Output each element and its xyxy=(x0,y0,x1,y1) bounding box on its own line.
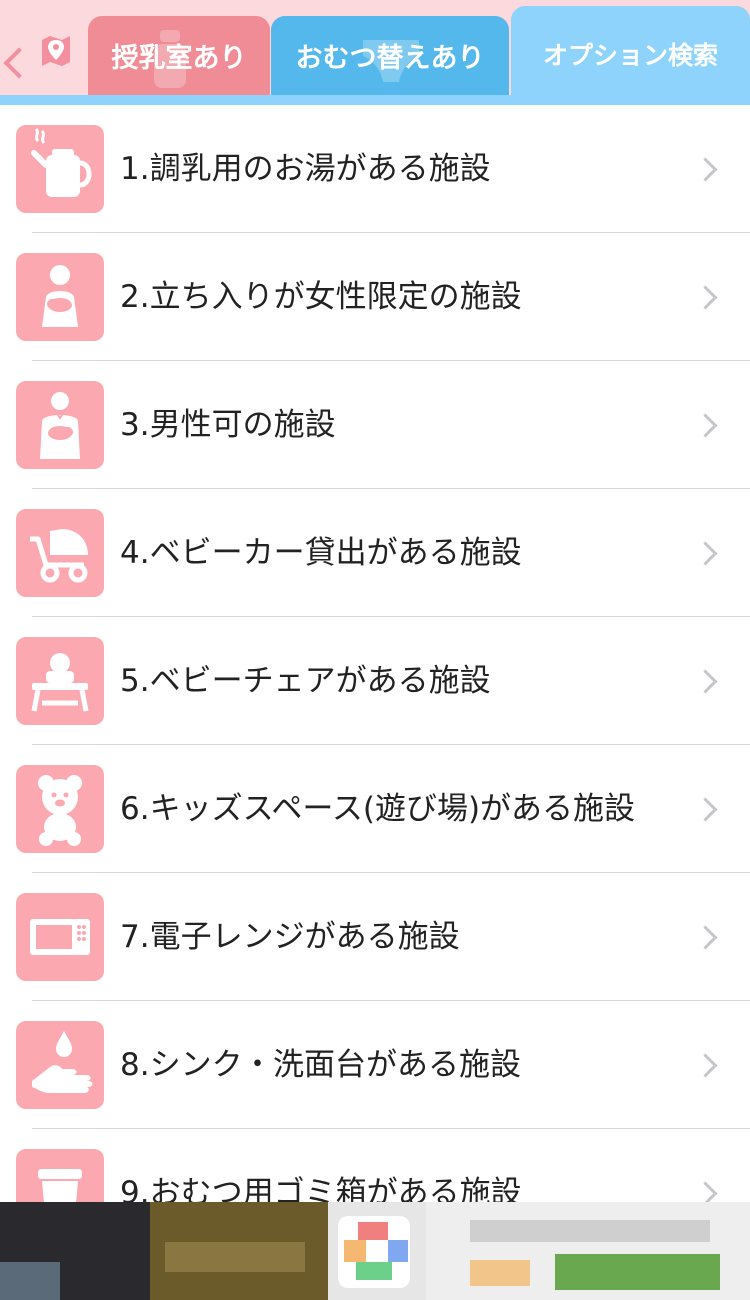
list-item-label: 7.電子レンジがある施設 xyxy=(120,919,460,955)
chevron-right-icon xyxy=(693,413,718,438)
list-item[interactable]: 4.ベビーカー貸出がある施設 xyxy=(0,489,750,617)
ad-banner[interactable] xyxy=(0,1202,750,1300)
chevron-right-icon xyxy=(693,541,718,566)
chevron-right-icon xyxy=(693,157,718,182)
list-item[interactable]: 3.男性可の施設 xyxy=(0,361,750,489)
teddy-bear-icon xyxy=(16,765,104,853)
woman-with-baby-icon xyxy=(16,253,104,341)
stroller-icon xyxy=(16,509,104,597)
list-item[interactable]: 7.電子レンジがある施設 xyxy=(0,873,750,1001)
chevron-right-icon xyxy=(693,285,718,310)
back-button[interactable] xyxy=(0,20,88,95)
man-with-baby-icon xyxy=(16,381,104,469)
list-item[interactable]: 6.キッズスペース(遊び場)がある施設 xyxy=(0,745,750,873)
ad-app-icon-orange xyxy=(344,1240,366,1262)
option-list: 1.調乳用のお湯がある施設 2.立ち入りが女性限定の施設 3.男性可の施設 4.… xyxy=(0,105,750,1257)
ad-app-icon-red xyxy=(358,1222,388,1240)
list-item-label: 1.調乳用のお湯がある施設 xyxy=(120,151,491,187)
list-item-label: 6.キッズスペース(遊び場)がある施設 xyxy=(120,791,636,827)
chevron-right-icon xyxy=(693,1053,718,1078)
chevron-right-icon xyxy=(693,925,718,950)
list-item-label: 5.ベビーチェアがある施設 xyxy=(120,663,491,699)
tab-label: オプション検索 xyxy=(542,41,718,70)
microwave-icon xyxy=(16,893,104,981)
list-item[interactable]: 5.ベビーチェアがある施設 xyxy=(0,617,750,745)
tab-option-search[interactable]: オプション検索 xyxy=(511,6,750,95)
tab-nursing-room[interactable]: 授乳室あり xyxy=(88,16,270,95)
list-item-label: 4.ベビーカー貸出がある施設 xyxy=(120,535,522,571)
map-pin-icon xyxy=(42,36,70,66)
baby-chair-icon xyxy=(16,637,104,725)
ad-app-icon-blue xyxy=(388,1240,408,1262)
kettle-icon xyxy=(16,125,104,213)
ad-image-middle-detail xyxy=(165,1242,305,1272)
ad-rating-orange xyxy=(470,1260,530,1286)
list-item-label: 3.男性可の施設 xyxy=(120,407,336,443)
chevron-left-icon xyxy=(3,47,35,79)
ad-image-left-tile xyxy=(0,1262,60,1300)
tab-bar-underline xyxy=(0,95,750,105)
list-item-label: 2.立ち入りが女性限定の施設 xyxy=(120,279,522,315)
list-item[interactable]: 8.シンク・洗面台がある施設 xyxy=(0,1001,750,1129)
hand-wash-icon xyxy=(16,1021,104,1109)
ad-cta-button[interactable] xyxy=(555,1254,720,1290)
top-tab-bar: 授乳室あり おむつ替えあり オプション検索 xyxy=(0,0,750,105)
list-item-label: 8.シンク・洗面台がある施設 xyxy=(120,1047,521,1083)
ad-app-icon-green xyxy=(356,1262,392,1280)
tab-label: おむつ替えあり xyxy=(295,43,485,74)
list-item[interactable]: 1.調乳用のお湯がある施設 xyxy=(0,105,750,233)
chevron-right-icon xyxy=(693,797,718,822)
list-item[interactable]: 2.立ち入りが女性限定の施設 xyxy=(0,233,750,361)
tab-diaper-change[interactable]: おむつ替えあり xyxy=(271,16,509,95)
chevron-right-icon xyxy=(693,669,718,694)
tab-label: 授乳室あり xyxy=(111,43,247,74)
ad-text-line xyxy=(470,1220,710,1242)
